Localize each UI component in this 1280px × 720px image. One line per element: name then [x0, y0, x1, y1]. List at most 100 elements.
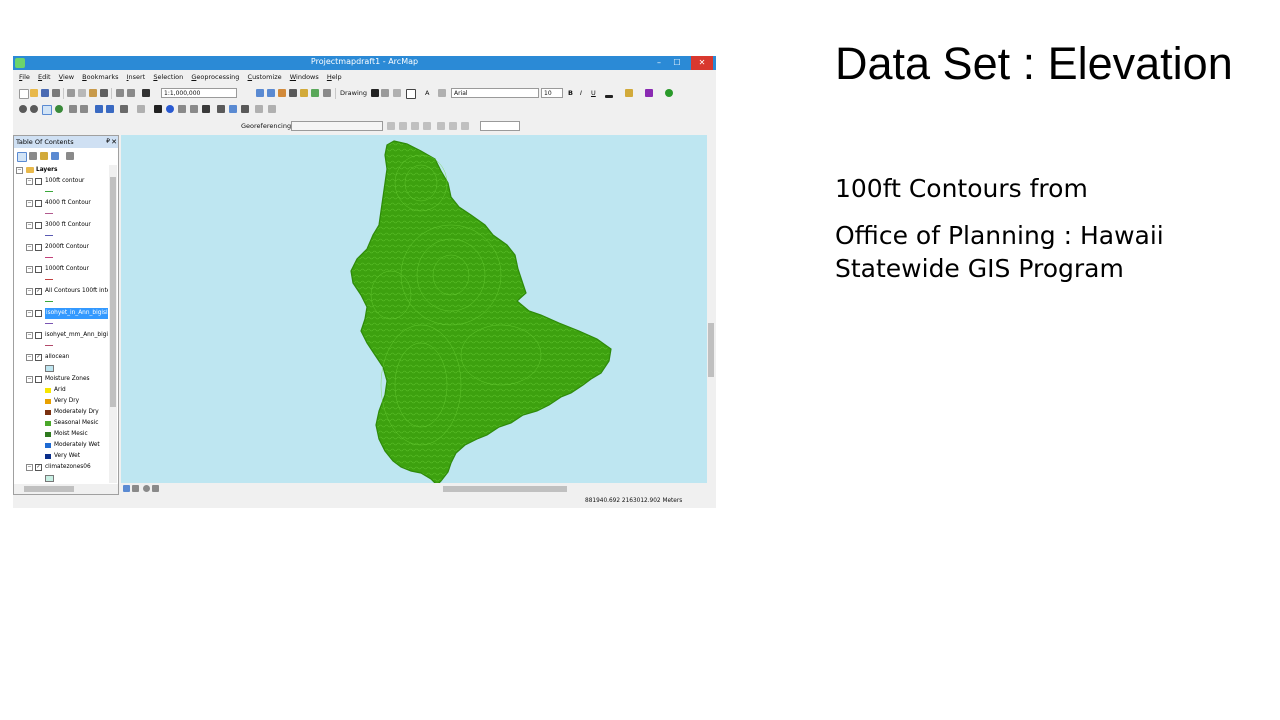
toc-window-icon[interactable] [267, 89, 275, 97]
marker-color-icon[interactable] [665, 89, 673, 97]
menu-file[interactable]: File [19, 71, 30, 83]
toc-vscroll-thumb[interactable] [110, 177, 116, 407]
view-link-table-icon[interactable] [449, 122, 457, 130]
menu-insert[interactable]: Insert [127, 71, 146, 83]
select-features-icon[interactable] [120, 105, 128, 113]
zoom-whole-page-icon[interactable] [393, 89, 401, 97]
layer-name[interactable]: 4000 ft Contour [45, 198, 91, 209]
list-by-selection-icon[interactable] [51, 152, 59, 160]
open-folder-icon[interactable] [30, 89, 38, 97]
maximize-button[interactable]: ☐ [669, 56, 685, 70]
text-tool[interactable]: A [425, 88, 429, 99]
layer-visibility-checkbox[interactable] [35, 376, 42, 383]
toc-layer-row[interactable]: − 2000ft Contour [14, 242, 108, 253]
georef-input-field[interactable] [480, 121, 520, 131]
copy-icon[interactable] [78, 89, 86, 97]
html-popup-icon[interactable] [190, 105, 198, 113]
rotate-icon[interactable] [381, 89, 389, 97]
add-data-icon[interactable] [142, 89, 150, 97]
expand-toggle-icon[interactable]: − [26, 244, 33, 251]
map-hscroll-thumb[interactable] [443, 486, 567, 492]
rotate-raster-icon[interactable] [399, 122, 407, 130]
fill-color-icon[interactable] [625, 89, 633, 97]
menu-bookmarks[interactable]: Bookmarks [82, 71, 118, 83]
toc-layer-row[interactable]: − ✓ All Contours 100ft inte [14, 286, 108, 297]
add-control-points-icon[interactable] [387, 122, 395, 130]
rectangle-icon[interactable] [406, 89, 416, 99]
layer-visibility-checkbox[interactable] [35, 266, 42, 273]
menu-windows[interactable]: Windows [290, 71, 319, 83]
model-builder-icon[interactable] [323, 89, 331, 97]
layout-view-icon[interactable] [132, 485, 139, 492]
font-color-icon[interactable] [605, 95, 613, 98]
expand-toggle-icon[interactable]: − [26, 288, 33, 295]
shift-raster-icon[interactable] [411, 122, 419, 130]
georeference-layer-select[interactable] [291, 121, 383, 131]
layer-visibility-checkbox[interactable] [35, 178, 42, 185]
search-window-icon[interactable] [289, 89, 297, 97]
expand-toggle-icon[interactable]: − [26, 266, 33, 273]
layer-name[interactable]: isohyet_mm_Ann_bigi [45, 330, 108, 341]
drawing-menu[interactable]: Drawing [340, 88, 367, 99]
toc-vertical-scrollbar[interactable] [109, 165, 117, 483]
expand-toggle-icon[interactable]: − [26, 200, 33, 207]
find-icon[interactable] [217, 105, 225, 113]
toc-layer-row[interactable]: − 4000 ft Contour [14, 198, 108, 209]
toc-layer-row[interactable]: − 1000ft Contour [14, 264, 108, 275]
minimize-button[interactable]: – [651, 56, 667, 70]
bold-button[interactable]: B [568, 88, 573, 99]
close-button[interactable]: ✕ [691, 56, 713, 70]
editor-toolbar-icon[interactable] [256, 89, 264, 97]
expand-toggle-icon[interactable]: − [26, 376, 33, 383]
layer-name[interactable]: 100ft contour [45, 176, 84, 187]
pause-drawing-icon[interactable] [152, 485, 159, 492]
layer-name[interactable]: Moisture Zones [45, 374, 90, 385]
list-by-source-icon[interactable] [29, 152, 37, 160]
time-slider-icon[interactable] [255, 105, 263, 113]
select-elements-tool-icon[interactable] [154, 105, 162, 113]
layer-visibility-checkbox[interactable]: ✓ [35, 464, 42, 471]
toc-layer-row[interactable]: − ✓ allocean [14, 352, 108, 363]
layer-visibility-checkbox[interactable] [35, 332, 42, 339]
go-to-xy-icon[interactable] [241, 105, 249, 113]
map-horizontal-scrollbar[interactable] [121, 484, 715, 494]
menu-selection[interactable]: Selection [153, 71, 183, 83]
arctoolbox-icon[interactable] [300, 89, 308, 97]
toc-layer-row[interactable]: − 100ft contour [14, 176, 108, 187]
toc-layer-row[interactable]: − isohyet_mm_Ann_bigi [14, 330, 108, 341]
data-view-icon[interactable] [123, 485, 130, 492]
forward-extent-icon[interactable] [106, 105, 114, 113]
zoom-out-icon[interactable] [30, 105, 38, 113]
toc-root-layers[interactable]: − Layers [14, 165, 108, 176]
catalog-window-icon[interactable] [278, 89, 286, 97]
menu-help[interactable]: Help [327, 71, 342, 83]
layer-name[interactable]: climatezones06 [45, 462, 91, 473]
line-color-icon[interactable] [645, 89, 653, 97]
underline-button[interactable]: U [591, 88, 596, 99]
clear-selection-icon[interactable] [137, 105, 145, 113]
python-window-icon[interactable] [311, 89, 319, 97]
toc-layer-row[interactable]: − Moisture Zones [14, 374, 108, 385]
layer-visibility-checkbox[interactable]: ✓ [35, 288, 42, 295]
link-table-icon[interactable] [437, 122, 445, 130]
create-viewer-icon[interactable] [268, 105, 276, 113]
full-extent-icon[interactable] [55, 105, 63, 113]
layer-name[interactable]: 3000 ft Contour [45, 220, 91, 231]
map-view[interactable] [121, 135, 707, 483]
refresh-icon[interactable] [143, 485, 150, 492]
map-scale-field[interactable]: 1:1,000,000 [161, 88, 237, 98]
print-icon[interactable] [52, 89, 60, 97]
collapse-icon[interactable]: − [16, 167, 23, 174]
save-icon[interactable] [41, 89, 49, 97]
edit-vertices-icon[interactable] [438, 89, 446, 97]
toc-options-icon[interactable] [66, 152, 74, 160]
redo-icon[interactable] [127, 89, 135, 97]
toc-horizontal-scrollbar[interactable] [14, 484, 118, 494]
paste-icon[interactable] [89, 89, 97, 97]
layer-name[interactable]: isohyet_in_Ann_bigisla [45, 308, 108, 319]
pan-icon[interactable] [42, 105, 52, 115]
expand-toggle-icon[interactable]: − [26, 354, 33, 361]
font-name-select[interactable]: Arial [451, 88, 539, 98]
toc-close-icon[interactable]: ✕ [111, 136, 117, 148]
list-by-drawing-order-icon[interactable] [17, 152, 27, 162]
